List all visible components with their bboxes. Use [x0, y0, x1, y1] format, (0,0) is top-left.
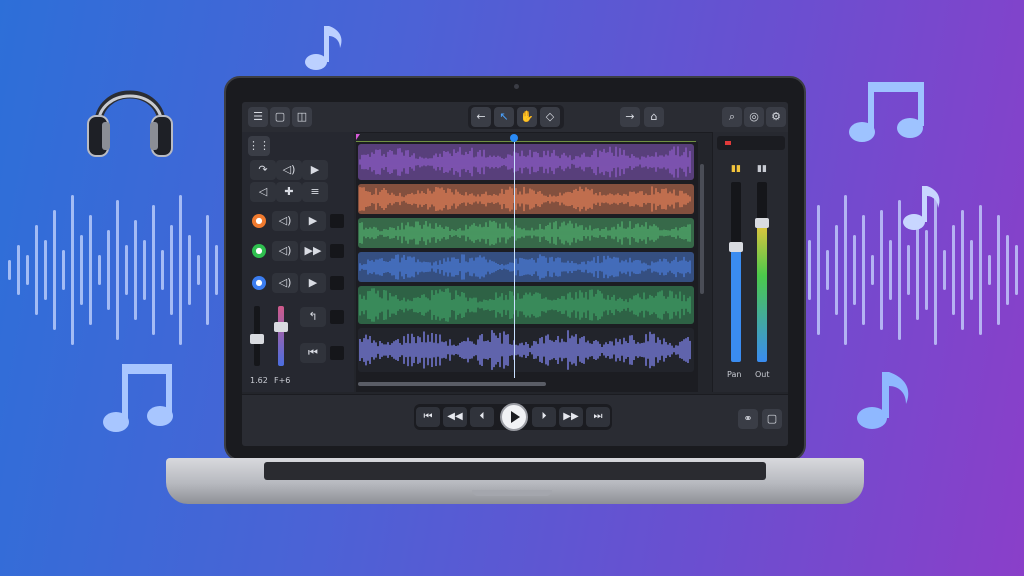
mixer-panel: ▮▮ ▮▮ Pan Out [712, 132, 788, 392]
double-note-icon [849, 82, 924, 142]
hand-icon[interactable]: ✋ [517, 107, 537, 127]
edit-tools: ← ↖ ✋ ◇ [468, 105, 564, 129]
shape-icon[interactable]: ◇ [540, 107, 560, 127]
laptop-keyboard [264, 462, 766, 480]
pan-label: Pan [727, 370, 742, 379]
globe-icon[interactable]: ◎ [744, 107, 764, 127]
meter-icon: ▮▮ [731, 164, 741, 174]
playhead-line [514, 142, 515, 378]
track-mute-box[interactable] [330, 346, 344, 360]
search-icon[interactable]: ⌕ [722, 107, 742, 127]
window-icon[interactable]: ▢ [762, 409, 782, 429]
track-record-icon[interactable]: ● [252, 214, 266, 228]
pan-fader[interactable] [729, 241, 743, 252]
horizontal-scrollbar[interactable] [358, 382, 546, 386]
pan-meter [731, 182, 741, 362]
list-icon[interactable]: ≡ [302, 182, 328, 202]
loop-start-marker [356, 134, 360, 140]
volume-icon[interactable]: ◁) [272, 211, 298, 231]
tag-icon[interactable]: ◁ [250, 182, 276, 202]
channel-fader-a[interactable] [250, 334, 264, 344]
volume-icon[interactable]: ◁) [272, 241, 298, 261]
skip-back-icon[interactable]: ⏮ [416, 407, 440, 427]
channel-meter-b [278, 306, 284, 366]
bottom-bar: ⏮ ◀◀ ⏴ ⏵ ▶▶ ⏭ ⚭ ▢ [242, 394, 788, 446]
out-meter-fill [757, 217, 767, 362]
track-record-icon[interactable]: ● [252, 276, 266, 290]
play-button[interactable] [500, 403, 528, 431]
track-mute-box[interactable] [330, 244, 344, 258]
track-mute-box[interactable] [330, 214, 344, 228]
track-header-column: ⋮⋮ ↷ ◁) ▶ ◁ ✚ ≡ ● ◁) ▶ ● ◁) ▶▶ ● ◁) ▶ ↰ … [242, 132, 354, 392]
top-toolbar: ☰ ▢ ◫ ← ↖ ✋ ◇ → ⌂ ⌕ ◎ ⚙ [242, 102, 788, 133]
home-icon[interactable]: ⌂ [644, 107, 664, 127]
loop-icon[interactable]: ↷ [250, 160, 276, 180]
play-small-icon[interactable]: ▶ [302, 160, 328, 180]
cursor-icon[interactable]: ↖ [494, 107, 514, 127]
skip-forward-icon[interactable]: ⏭ [586, 407, 610, 427]
redo-icon[interactable]: → [620, 107, 640, 127]
waveform-canvas[interactable] [356, 142, 698, 392]
square-icon[interactable]: ▢ [270, 107, 290, 127]
play-small-icon[interactable]: ▶ [300, 211, 326, 231]
forward-icon[interactable]: ▶▶ [300, 241, 326, 261]
channel-fader-b[interactable] [274, 322, 288, 332]
split-icon[interactable]: ◫ [292, 107, 312, 127]
record-indicator[interactable] [717, 136, 785, 150]
play-small-icon[interactable]: ▶ [300, 273, 326, 293]
laptop-lid: ☰ ▢ ◫ ← ↖ ✋ ◇ → ⌂ ⌕ ◎ ⚙ ⋮⋮ ↷ ◁) ▶ ◁ ✚ ≡ … [224, 76, 806, 461]
channel-label-b: F+6 [274, 376, 291, 385]
fast-forward-icon[interactable]: ▶▶ [559, 407, 583, 427]
double-note-icon [103, 364, 173, 432]
volume-icon[interactable]: ◁) [272, 273, 298, 293]
headphones-icon [87, 90, 173, 157]
settings-icon[interactable]: ⚙ [766, 107, 786, 127]
channel-label-a: 1.62 [250, 376, 268, 385]
menu-icon[interactable]: ☰ [248, 107, 268, 127]
daw-app-window: ☰ ▢ ◫ ← ↖ ✋ ◇ → ⌂ ⌕ ◎ ⚙ ⋮⋮ ↷ ◁) ▶ ◁ ✚ ≡ … [242, 102, 788, 446]
out-label: Out [755, 370, 770, 379]
track-mute-box[interactable] [330, 310, 344, 324]
out-fader[interactable] [755, 217, 769, 228]
volume-icon[interactable]: ◁) [276, 160, 302, 180]
meter-icon: ▮▮ [757, 164, 767, 174]
plus-icon[interactable]: ✚ [276, 182, 302, 202]
vertical-scrollbar[interactable] [700, 164, 704, 294]
pan-meter-fill [731, 246, 741, 362]
step-forward-icon[interactable]: ⏵ [532, 407, 556, 427]
laptop-notch [472, 490, 552, 496]
rewind-icon[interactable]: ◀◀ [443, 407, 467, 427]
step-back-icon[interactable]: ⏴ [470, 407, 494, 427]
input-icon[interactable]: ↰ [300, 307, 326, 327]
transport-controls: ⏮ ◀◀ ⏴ ⏵ ▶▶ ⏭ [414, 403, 612, 431]
music-note-icon [857, 372, 909, 429]
track-record-icon[interactable]: ● [252, 244, 266, 258]
playhead-marker [510, 134, 518, 142]
undo-icon[interactable]: ← [471, 107, 491, 127]
track-lanes [356, 142, 698, 392]
music-note-icon [903, 186, 940, 230]
rewind-small-icon[interactable]: ⏮ [300, 343, 326, 363]
link-icon[interactable]: ⚭ [738, 409, 758, 429]
play-icon [511, 411, 520, 423]
out-meter [757, 182, 767, 362]
music-note-icon [305, 26, 342, 70]
camera [514, 84, 519, 89]
track-mute-box[interactable] [330, 276, 344, 290]
grid-icon[interactable]: ⋮⋮ [248, 136, 270, 156]
